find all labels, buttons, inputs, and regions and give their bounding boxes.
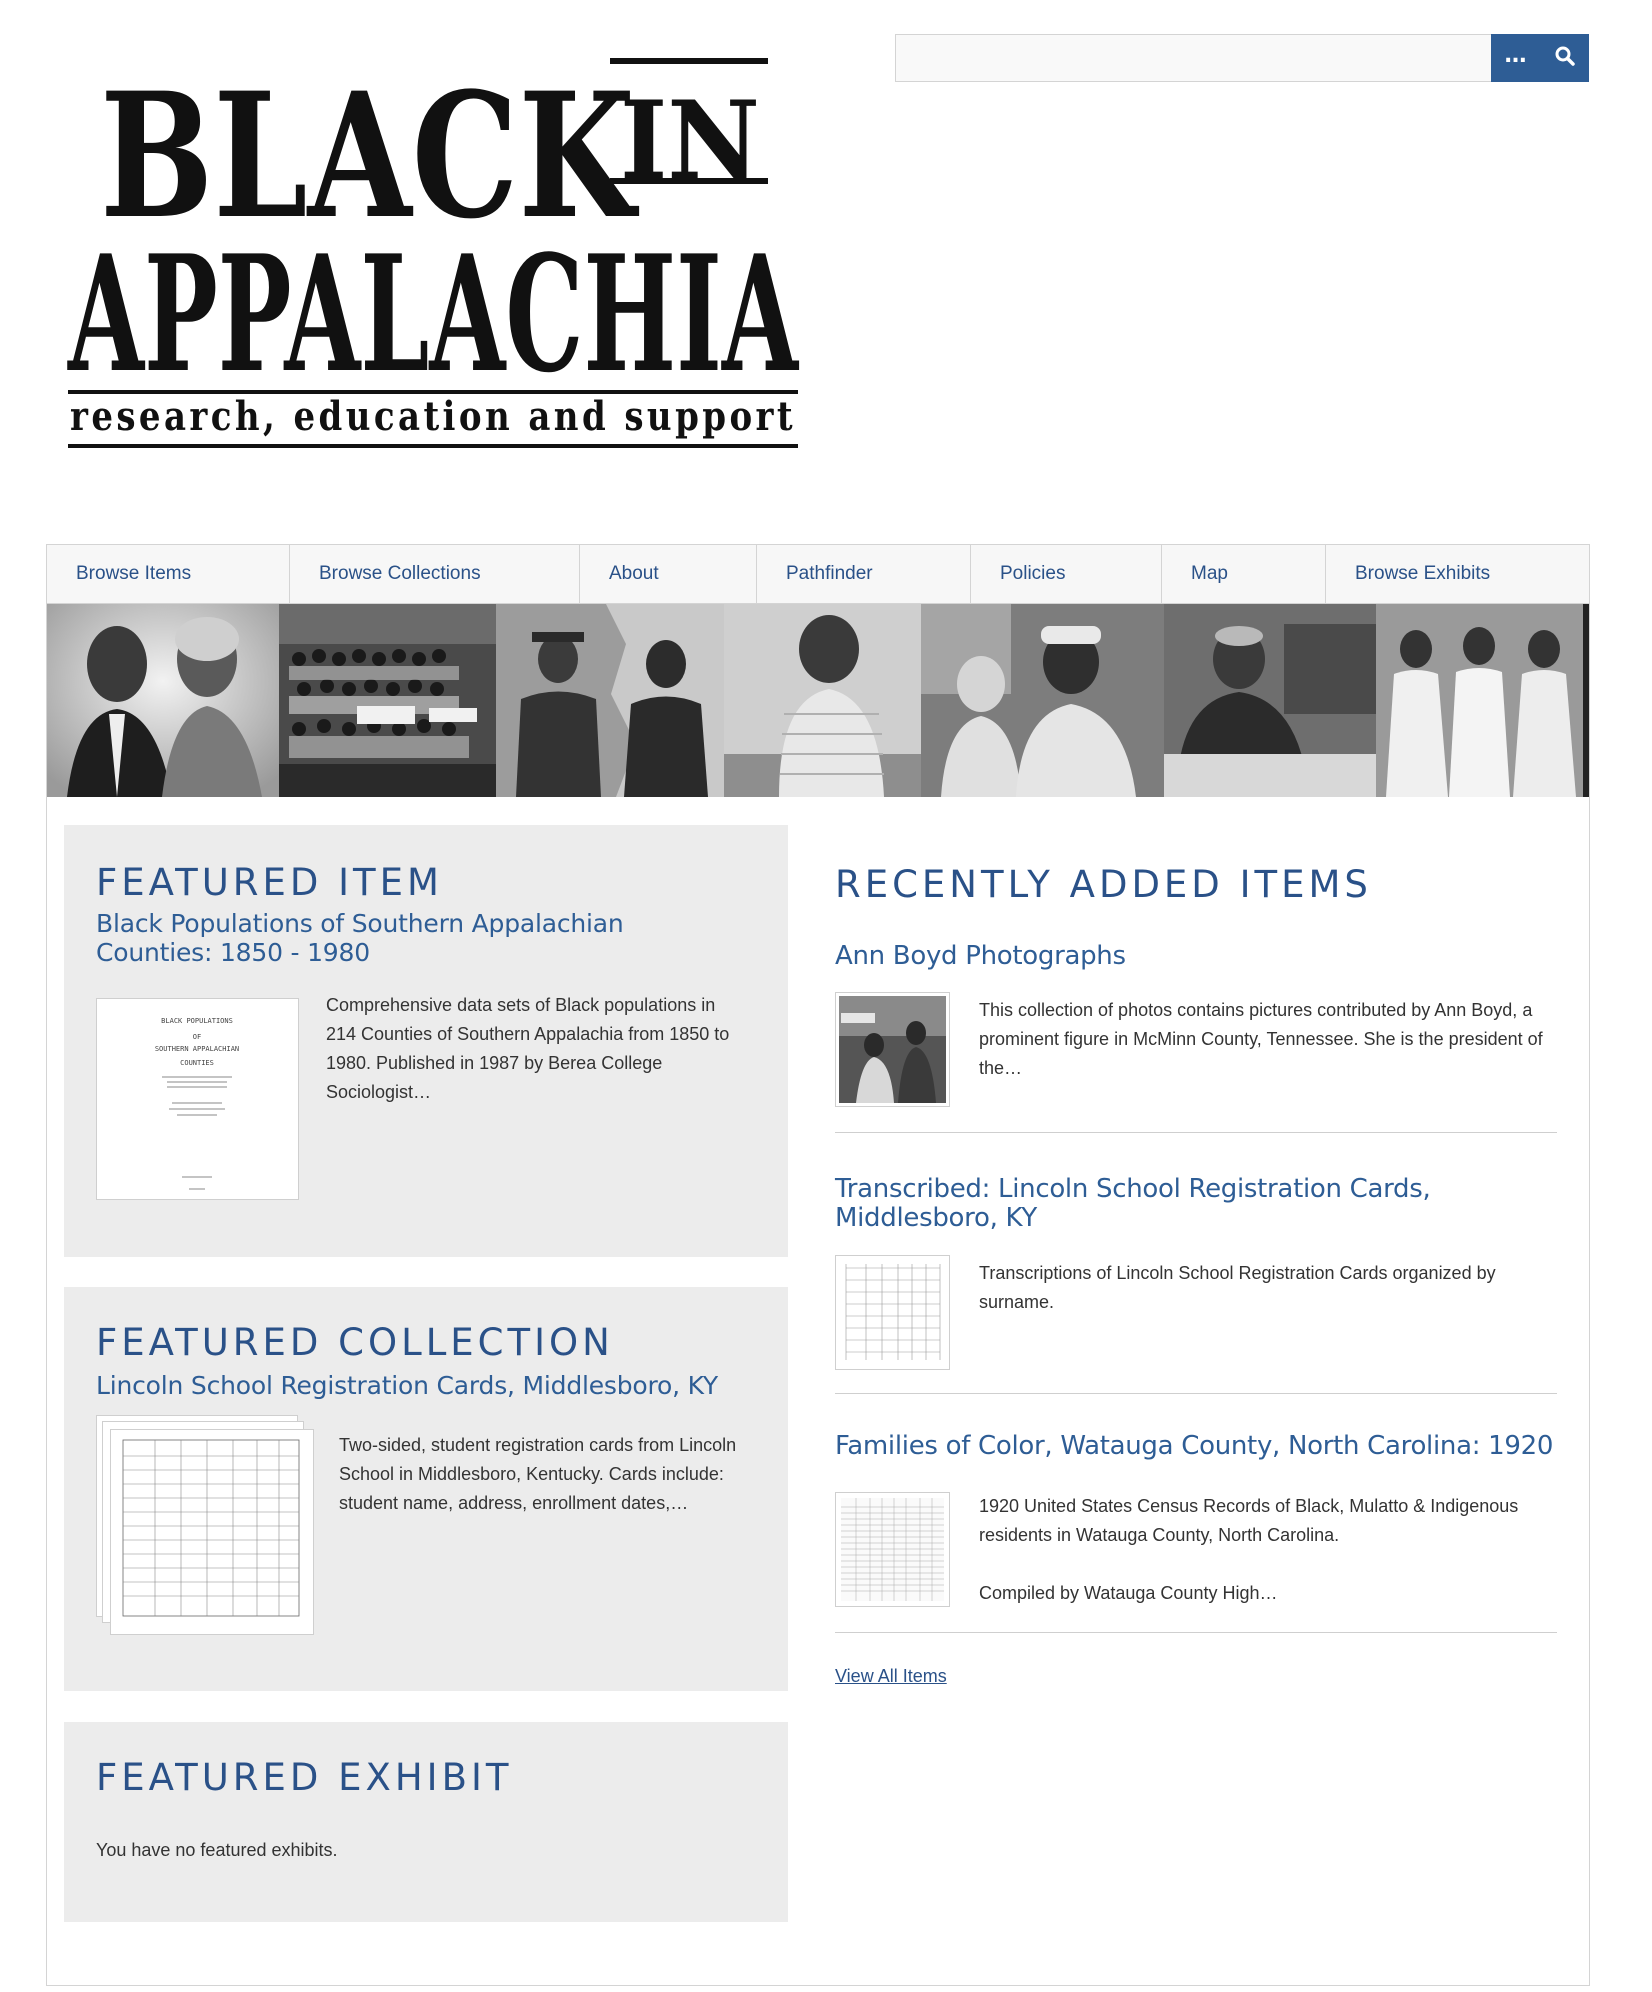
search-options-button[interactable]: …: [1491, 34, 1541, 82]
search-input[interactable]: [895, 34, 1491, 82]
recent-item: Families of Color, Watauga County, North…: [835, 1432, 1557, 1668]
logo-line1-tag: IN: [620, 78, 760, 204]
featured-exhibit-heading: FEATURED EXHIBIT: [96, 1756, 513, 1799]
recent-item-thumbnail[interactable]: [835, 992, 950, 1107]
recent-item-divider: [835, 1132, 1557, 1133]
site-logo[interactable]: BLACK IN APPALACHIA research, education …: [60, 48, 810, 458]
view-all-items-link[interactable]: View All Items: [835, 1666, 947, 1687]
recent-item-thumbnail[interactable]: [835, 1492, 950, 1607]
recent-item-divider: [835, 1632, 1557, 1633]
search-submit-button[interactable]: [1541, 34, 1589, 82]
recent-item: Transcribed: Lincoln School Registration…: [835, 1175, 1557, 1411]
thumb-line2: OF: [193, 1033, 201, 1041]
featured-exhibit-message: You have no featured exhibits.: [96, 1840, 338, 1860]
recent-item-title[interactable]: Transcribed: Lincoln School Registration…: [835, 1175, 1557, 1233]
recent-item-divider: [835, 1393, 1557, 1394]
thumb-line3: SOUTHERN APPALACHIAN: [155, 1045, 239, 1053]
featured-item-title[interactable]: Black Populations of Southern Appalachia…: [96, 909, 736, 967]
recent-items-heading: RECENTLY ADDED ITEMS: [835, 863, 1372, 906]
recent-item-description-continued: Compiled by Watauga County High…: [979, 1583, 1278, 1603]
featured-collection-title[interactable]: Lincoln School Registration Cards, Middl…: [96, 1371, 756, 1400]
header-banner: [47, 604, 1589, 797]
featured-item-description: Comprehensive data sets of Black populat…: [326, 995, 730, 1102]
banner-photo-man-at-desk: [1164, 604, 1376, 797]
recent-item-thumbnail[interactable]: [835, 1255, 950, 1370]
primary-nav: Browse Items Browse Collections About Pa…: [47, 545, 1589, 604]
featured-item-panel: FEATURED ITEM Black Populations of South…: [64, 825, 788, 1257]
main-frame: Browse Items Browse Collections About Pa…: [46, 544, 1590, 1986]
recent-item-title[interactable]: Families of Color, Watauga County, North…: [835, 1432, 1557, 1461]
featured-exhibit-panel: FEATURED EXHIBIT You have no featured ex…: [64, 1722, 788, 1922]
recent-item-title[interactable]: Ann Boyd Photographs: [835, 942, 1557, 971]
featured-collection-thumbnail[interactable]: [96, 1415, 314, 1635]
nav-browse-collections[interactable]: Browse Collections: [290, 545, 580, 603]
nav-map[interactable]: Map: [1162, 545, 1326, 603]
banner-photo-elderly-couple: [47, 604, 279, 797]
banner-photo-two-men: [496, 604, 724, 797]
banner-photo-boy-and-man: [921, 604, 1164, 797]
featured-collection-heading: FEATURED COLLECTION: [96, 1321, 614, 1364]
featured-collection-description: Two-sided, student registration cards fr…: [339, 1435, 737, 1513]
banner-photo-smiling-girl: [724, 604, 921, 797]
recent-item: Ann Boyd Photographs This collection of …: [835, 942, 1557, 1174]
thumb-line1: BLACK POPULATIONS: [161, 1017, 233, 1025]
thumb-line4: COUNTIES: [180, 1059, 214, 1067]
logo-tagline: research, education and support: [70, 393, 796, 440]
featured-collection-panel: FEATURED COLLECTION Lincoln School Regis…: [64, 1287, 788, 1691]
recent-item-description: Transcriptions of Lincoln School Registr…: [979, 1263, 1496, 1312]
featured-item-heading: FEATURED ITEM: [96, 861, 443, 904]
nav-pathfinder[interactable]: Pathfinder: [757, 545, 971, 603]
logo-line2: APPALACHIA: [67, 220, 799, 408]
search-icon: [1555, 46, 1575, 70]
featured-item-thumbnail[interactable]: BLACK POPULATIONS OF SOUTHERN APPALACHIA…: [96, 998, 299, 1200]
nav-policies[interactable]: Policies: [971, 545, 1162, 603]
search-form: …: [895, 34, 1589, 82]
nav-about[interactable]: About: [580, 545, 757, 603]
banner-photo-group: [279, 604, 496, 797]
nav-browse-items[interactable]: Browse Items: [47, 545, 290, 603]
recent-item-description: 1920 United States Census Records of Bla…: [979, 1496, 1519, 1545]
recent-item-description: This collection of photos contains pictu…: [979, 1000, 1543, 1078]
banner-photo-three-girls: [1376, 604, 1583, 797]
nav-browse-exhibits[interactable]: Browse Exhibits: [1326, 545, 1589, 603]
